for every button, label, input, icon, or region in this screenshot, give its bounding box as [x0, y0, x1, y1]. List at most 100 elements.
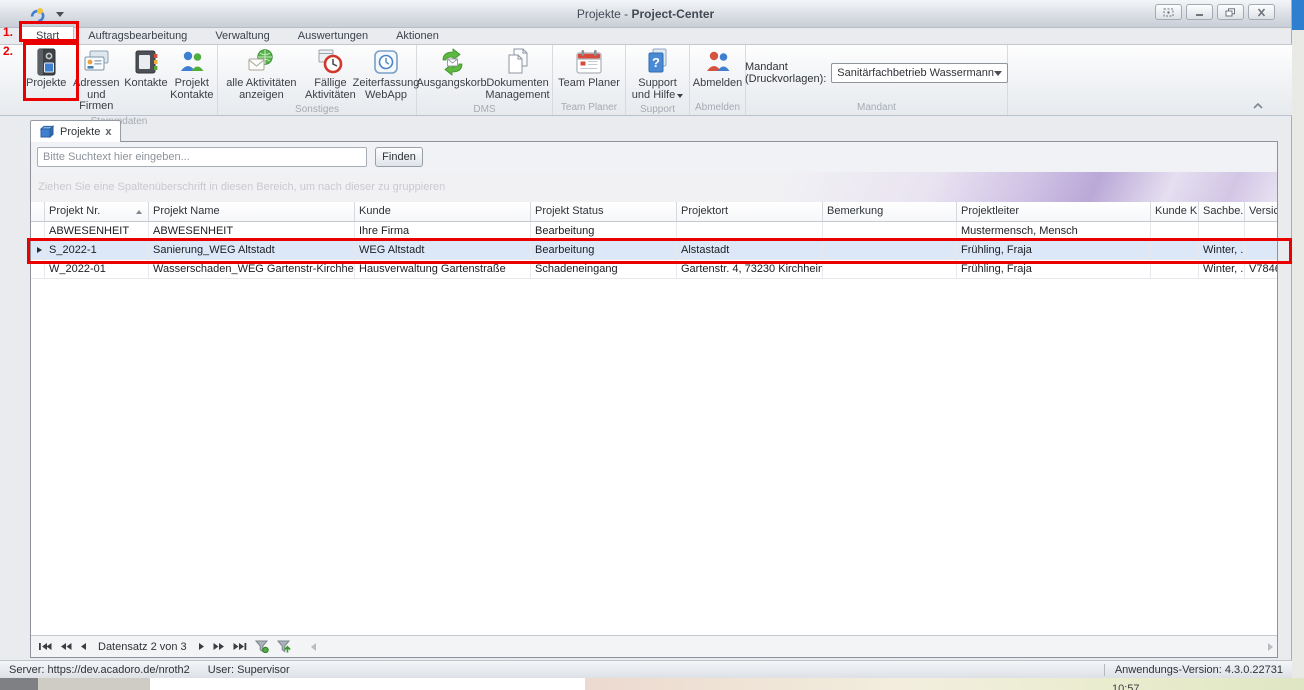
- button-label: Fällige Aktivitäten: [304, 78, 357, 101]
- column-header-kunde[interactable]: Kunde: [355, 202, 531, 221]
- filter-funnel-icon: [255, 640, 269, 653]
- mandant-value: Sanitärfachbetrieb Wassermann: [837, 67, 994, 79]
- collapse-ribbon-icon[interactable]: [1252, 101, 1264, 110]
- kontakte-button[interactable]: Kontakte: [123, 46, 168, 91]
- first-record-button[interactable]: [36, 642, 54, 651]
- projects-grid: Projekt Nr. Projekt Name Kunde Projekt S…: [31, 202, 1277, 635]
- column-header-sachbe[interactable]: Sachbe...: [1199, 202, 1245, 221]
- close-button[interactable]: [1248, 4, 1275, 20]
- desktop-edge-right: [1292, 0, 1304, 678]
- time-tracking-webapp-icon: [372, 47, 400, 77]
- desktop-edge-bottom: [0, 678, 1304, 690]
- address-cards-icon: [82, 47, 110, 77]
- ribbon-tab-verwaltung[interactable]: Verwaltung: [201, 27, 283, 44]
- faellige-aktivitaeten-button[interactable]: Fällige Aktivitäten: [303, 46, 358, 102]
- filter-edit-button[interactable]: [253, 640, 271, 653]
- column-header-projekt-nr[interactable]: Projekt Nr.: [45, 202, 149, 221]
- column-header-projektort[interactable]: Projektort: [677, 202, 823, 221]
- title-bar[interactable]: Projekte - Project-Center: [0, 0, 1291, 28]
- button-label: alle Aktivitäten anzeigen: [221, 78, 302, 101]
- search-bar: Finden: [31, 142, 1277, 172]
- server-status: Server: https://dev.acadoro.de/nroth2: [9, 664, 190, 676]
- annotation-box-selected-row: [27, 238, 1292, 264]
- restore-button[interactable]: [1217, 4, 1244, 20]
- annotation-step-1-label: 1.: [3, 25, 13, 39]
- column-header-bemerkung[interactable]: Bemerkung: [823, 202, 957, 221]
- desktop-blue-strip: [1292, 0, 1304, 30]
- grid-header-row: Projekt Nr. Projekt Name Kunde Projekt S…: [31, 202, 1277, 222]
- filter-add-button[interactable]: [275, 640, 293, 653]
- ausgangskorb-button[interactable]: Ausgangskorb: [419, 46, 485, 91]
- abmelden-button[interactable]: Abmelden: [692, 46, 744, 91]
- next-record-button[interactable]: [196, 642, 207, 651]
- last-record-button[interactable]: [231, 642, 249, 651]
- hscrollbar-right-arrow[interactable]: [1268, 643, 1273, 651]
- annotation-box-start-tab: [19, 21, 79, 42]
- group-by-bar[interactable]: Ziehen Sie eine Spaltenüberschrift in di…: [31, 172, 1277, 202]
- logout-users-icon: [704, 47, 732, 77]
- alle-aktivitaeten-anzeigen-button[interactable]: alle Aktivitäten anzeigen: [220, 46, 303, 102]
- team-planer-button[interactable]: Team Planer: [556, 46, 622, 91]
- window-title: Projekte - Project-Center: [0, 7, 1291, 21]
- button-label: Projekt Kontakte: [170, 78, 214, 101]
- ribbon-tab-aktionen[interactable]: Aktionen: [382, 27, 453, 44]
- column-header-kunde-k[interactable]: Kunde K...: [1151, 202, 1199, 221]
- tab-close-icon[interactable]: x: [105, 126, 111, 138]
- tab-projekte[interactable]: Projekte x: [30, 120, 121, 142]
- status-bar: Server: https://dev.acadoro.de/nroth2 Us…: [0, 660, 1292, 678]
- ribbon-tab-auftragsbearbeitung[interactable]: Auftragsbearbeitung: [74, 27, 201, 44]
- button-label: Ausgangskorb: [416, 78, 486, 90]
- user-status: User: Supervisor: [208, 664, 290, 676]
- projects-panel: Finden Ziehen Sie eine Spaltenüberschrif…: [30, 141, 1278, 658]
- column-header-projektleiter[interactable]: Projektleiter: [957, 202, 1151, 221]
- fullscreen-button[interactable]: [1155, 4, 1182, 20]
- close-icon: [1256, 8, 1267, 17]
- ribbon-group-sonstiges: alle Aktivitäten anzeigen Fällige Aktivi…: [218, 45, 417, 115]
- button-label: Abmelden: [693, 78, 743, 90]
- taskbar-clock: 10:57: [1112, 683, 1152, 690]
- ribbon-group-caption: Support: [626, 103, 689, 116]
- ribbon-group-mandant: Mandant (Druckvorlagen): Sanitärfachbetr…: [746, 45, 1008, 115]
- statusbar-divider: [1104, 664, 1105, 676]
- ribbon-group-caption: Sonstiges: [218, 103, 416, 116]
- minimize-button[interactable]: [1186, 4, 1213, 20]
- button-label: Kontakte: [124, 78, 167, 90]
- taskbar-segment: [38, 678, 150, 690]
- button-label: Dokumenten Management: [485, 78, 549, 101]
- dokumenten-management-button[interactable]: Dokumenten Management: [485, 46, 551, 102]
- column-header-projekt-status[interactable]: Projekt Status: [531, 202, 677, 221]
- sort-ascending-icon: [136, 210, 142, 214]
- next-page-button[interactable]: [211, 642, 227, 651]
- column-header-projekt-name[interactable]: Projekt Name: [149, 202, 355, 221]
- previous-page-button[interactable]: [58, 642, 74, 651]
- find-button[interactable]: Finden: [375, 147, 423, 167]
- restore-icon: [1225, 8, 1236, 17]
- ribbon-tab-auswertungen[interactable]: Auswertungen: [284, 27, 382, 44]
- ribbon: Projekte Adressen und Firmen: [0, 44, 1292, 116]
- ribbon-group-caption: DMS: [417, 103, 552, 116]
- outbox-recycle-mail-icon: [437, 47, 467, 77]
- zeiterfassung-webapp-button[interactable]: Zeiterfassung WebApp: [358, 46, 414, 102]
- support-help-icon: ?: [644, 47, 672, 77]
- group-by-hint: Ziehen Sie eine Spaltenüberschrift in di…: [38, 181, 445, 193]
- contacts-book-icon: [132, 47, 160, 77]
- dropdown-caret-icon: [677, 94, 683, 98]
- document-tab-bar: Projekte x: [30, 120, 121, 142]
- mandant-label: Mandant (Druckvorlagen):: [745, 61, 826, 85]
- projekte-tab-icon: [40, 125, 55, 139]
- annotation-box-projekte-button: [23, 42, 79, 101]
- button-label: Support und Hilfe: [630, 78, 686, 101]
- combobox-caret-icon: [994, 71, 1002, 76]
- annotation-step-2-label: 2.: [3, 44, 13, 58]
- column-header-versiche[interactable]: Versiche...: [1245, 202, 1277, 221]
- ribbon-group-dms: Ausgangskorb Dokumenten Management DMS: [417, 45, 553, 115]
- button-label: Team Planer: [558, 78, 620, 90]
- search-input[interactable]: [37, 147, 367, 167]
- projekt-kontakte-button[interactable]: Projekt Kontakte: [169, 46, 215, 102]
- application-version: Anwendungs-Version: 4.3.0.22731: [1115, 664, 1283, 676]
- previous-record-button[interactable]: [78, 642, 89, 651]
- support-und-hilfe-button[interactable]: ? Support und Hilfe: [629, 46, 687, 102]
- ribbon-group-caption: Abmelden: [690, 101, 745, 115]
- hscrollbar-left-arrow[interactable]: [311, 643, 316, 651]
- mandant-combobox[interactable]: Sanitärfachbetrieb Wassermann: [831, 63, 1008, 83]
